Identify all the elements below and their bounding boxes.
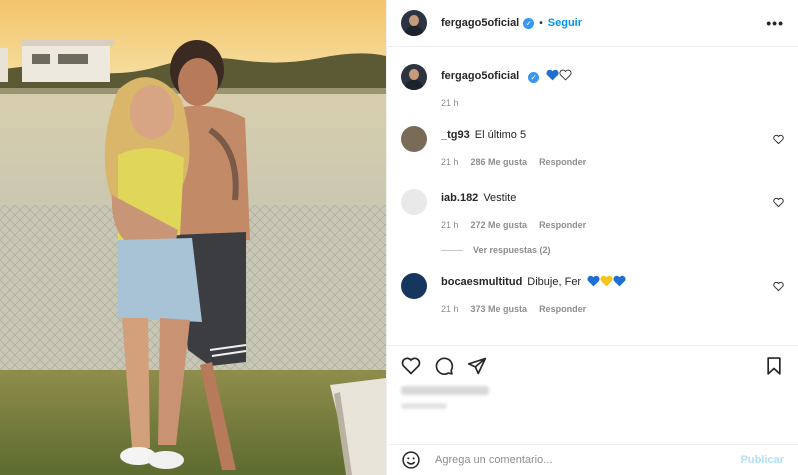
like-comment-heart-icon[interactable] <box>773 281 784 292</box>
comment-time[interactable]: 21 h <box>441 157 459 167</box>
blue-heart-icon <box>546 69 559 81</box>
view-replies-label[interactable]: Ver respuestas (2) <box>473 245 551 255</box>
reply-button[interactable]: Responder <box>539 220 586 230</box>
verified-badge-icon: ✓ <box>528 72 540 83</box>
comment-meta: 21 h 272 Me gusta Responder <box>441 220 784 230</box>
comment-likes[interactable]: 373 Me gusta <box>471 304 528 314</box>
post-header: fergago5oficial ✓ • Seguir ••• <box>387 0 798 47</box>
white-heart-icon <box>559 69 572 81</box>
verified-badge-icon: ✓ <box>523 17 535 29</box>
publish-button[interactable]: Publicar <box>741 454 784 466</box>
caption: fergago5oficial ✓ 21 h <box>401 64 784 108</box>
comment-meta: 21 h 286 Me gusta Responder <box>441 157 784 167</box>
comment-likes[interactable]: 272 Me gusta <box>471 220 528 230</box>
comment-time[interactable]: 21 h <box>441 304 459 314</box>
add-comment-bar: Agrega un comentario... Publicar <box>387 444 798 475</box>
caption-username[interactable]: fergago5oficial <box>441 70 519 82</box>
comment-item: bocaesmultitud Dibuje, Fer 21 h 373 Me gu… <box>401 273 784 314</box>
post-side-panel: fergago5oficial ✓ • Seguir ••• fergago5o… <box>386 0 798 475</box>
comment-icon[interactable] <box>434 356 454 376</box>
blue-heart-icon <box>613 275 626 287</box>
follow-button[interactable]: Seguir <box>548 17 582 29</box>
yellow-heart-icon <box>600 275 613 287</box>
blue-heart-icon <box>587 275 600 287</box>
comment-username[interactable]: _tg93 <box>441 129 470 141</box>
post-date-blurred <box>401 403 447 409</box>
comment-text: Dibuje, Fer <box>527 276 582 288</box>
reply-button[interactable]: Responder <box>539 157 586 167</box>
author-username[interactable]: fergago5oficial <box>441 17 519 29</box>
separator-dot: • <box>539 17 543 29</box>
comment-input[interactable]: Agrega un comentario... <box>435 454 741 466</box>
comment-item: iab.182 Vestite 21 h 272 Me gusta Respond… <box>401 189 784 230</box>
more-options-icon[interactable]: ••• <box>766 15 784 31</box>
like-comment-heart-icon[interactable] <box>773 197 784 208</box>
like-heart-icon[interactable] <box>401 356 421 376</box>
share-send-icon[interactable] <box>467 356 487 376</box>
post-photo <box>0 0 386 475</box>
view-replies-button[interactable]: Ver respuestas (2) <box>441 245 784 255</box>
comment-avatar[interactable] <box>401 126 427 152</box>
comment-likes[interactable]: 286 Me gusta <box>471 157 528 167</box>
caption-time[interactable]: 21 h <box>441 98 459 108</box>
likes-count-blurred <box>401 386 489 395</box>
caption-meta: 21 h <box>441 98 784 108</box>
save-bookmark-icon[interactable] <box>764 356 784 376</box>
comment-username[interactable]: bocaesmultitud <box>441 276 522 288</box>
caption-avatar[interactable] <box>401 64 427 90</box>
emoji-icon[interactable] <box>401 450 421 470</box>
author-avatar[interactable] <box>401 10 427 36</box>
comment-avatar[interactable] <box>401 189 427 215</box>
like-comment-heart-icon[interactable] <box>773 134 784 145</box>
comment-meta: 21 h 373 Me gusta Responder <box>441 304 784 314</box>
comment-item: _tg93 El último 5 21 h 286 Me gusta Respo… <box>401 126 784 167</box>
reply-button[interactable]: Responder <box>539 304 586 314</box>
comments-list[interactable]: fergago5oficial ✓ 21 h _tg93 El último 5 2… <box>387 47 798 345</box>
comment-username[interactable]: iab.182 <box>441 192 478 204</box>
comment-text: Vestite <box>483 192 517 204</box>
replies-divider <box>441 249 463 251</box>
comment-avatar[interactable] <box>401 273 427 299</box>
comment-time[interactable]: 21 h <box>441 220 459 230</box>
post-actions <box>387 345 798 445</box>
comment-text: El último 5 <box>474 129 527 141</box>
